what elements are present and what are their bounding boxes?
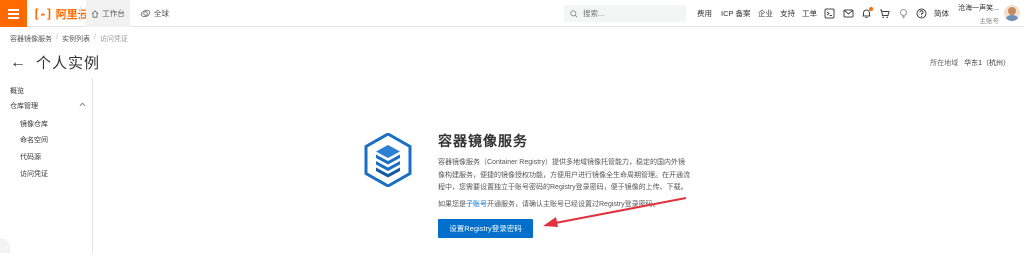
workbench-link[interactable]: 工作台 — [86, 0, 130, 27]
notification-bell-icon[interactable] — [860, 7, 873, 20]
page-header: ← 个人实例 — [10, 52, 100, 73]
sub-account-link[interactable]: 子账号 — [466, 201, 487, 208]
icp-link[interactable]: ICP 备案 — [721, 0, 750, 27]
breadcrumb-separator: / — [56, 34, 58, 41]
home-icon — [91, 9, 99, 18]
global-region-link[interactable]: 全球 — [140, 0, 169, 27]
sidebar-group-label: 仓库管理 — [10, 103, 38, 110]
arrow-left-icon[interactable]: ← — [10, 54, 26, 71]
enterprise-link[interactable]: 企业 — [758, 0, 773, 27]
account-type: 主账号 — [979, 18, 1000, 25]
region-label: 所在地域 — [930, 60, 959, 67]
help-icon[interactable] — [915, 7, 928, 20]
search-box[interactable] — [564, 5, 686, 22]
billing-link[interactable]: 费用 — [697, 0, 712, 27]
sidebar-item-code-source[interactable]: 代码源 — [20, 152, 41, 162]
sidebar-item-namespaces[interactable]: 命名空间 — [20, 135, 48, 145]
hamburger-menu-icon[interactable] — [0, 0, 27, 27]
sidebar-item-image-repos[interactable]: 镜像仓库 — [20, 119, 48, 129]
avatar[interactable] — [1004, 5, 1020, 21]
sidebar-item-overview[interactable]: 概览 — [10, 86, 24, 96]
account-menu[interactable]: 沧海一声笑... 主账号 — [957, 3, 999, 25]
set-registry-password-button[interactable]: 设置Registry登录密码 — [438, 219, 533, 238]
sidebar-item-access-credential[interactable]: 访问凭证 — [20, 169, 48, 179]
logo-text: 阿里云 — [55, 8, 89, 21]
search-input[interactable] — [583, 9, 678, 18]
note-prefix: 如果您是 — [438, 201, 466, 208]
globe-icon — [140, 9, 151, 18]
support-link[interactable]: 支持 — [780, 0, 795, 27]
service-title: 容器镜像服务 — [438, 133, 528, 149]
page-title: 个人实例 — [36, 55, 101, 72]
chevron-up-icon — [79, 102, 86, 107]
account-name: 沧海一声笑... — [958, 5, 999, 12]
sidebar-group-repository[interactable]: 仓库管理 — [10, 101, 86, 111]
top-navigation-bar: [-] 阿里云 工作台 全球 费用 ICP 备案 企业 支持 工单 简体 沧海一… — [0, 0, 1024, 27]
workbench-label: 工作台 — [102, 9, 125, 18]
divider — [80, 6, 81, 21]
search-icon — [570, 9, 578, 17]
ticket-link[interactable]: 工单 — [802, 0, 817, 27]
cloud-shell-icon[interactable] — [823, 7, 836, 20]
annotation-arrow — [543, 197, 687, 227]
logo-mark: [-] — [33, 6, 53, 21]
breadcrumb-item-registry[interactable]: 容器镜像服务 — [10, 34, 52, 44]
breadcrumb-item-current: 访问凭证 — [99, 36, 128, 43]
language-switch[interactable]: 简体 — [934, 0, 949, 27]
sidebar: 概览 仓库管理 镜像仓库 命名空间 代码源 访问凭证 — [0, 78, 93, 253]
cart-icon[interactable] — [878, 7, 891, 20]
lightbulb-icon[interactable] — [897, 7, 910, 20]
service-description: 容器镜像服务（Container Registry）提供多地域镜像托管能力，稳定… — [438, 159, 690, 191]
container-registry-icon — [364, 133, 412, 187]
breadcrumb-separator: / — [93, 34, 96, 41]
notification-badge — [869, 7, 873, 11]
message-icon[interactable] — [842, 7, 855, 20]
breadcrumb-item-instances[interactable]: 实例列表 — [62, 34, 90, 44]
global-label: 全球 — [154, 9, 169, 18]
region-indicator: 所在地域 华东1（杭州） — [930, 58, 1010, 68]
breadcrumb: 容器镜像服务 / 实例列表 / 访问凭证 — [10, 34, 128, 44]
region-value[interactable]: 华东1（杭州） — [964, 60, 1010, 67]
